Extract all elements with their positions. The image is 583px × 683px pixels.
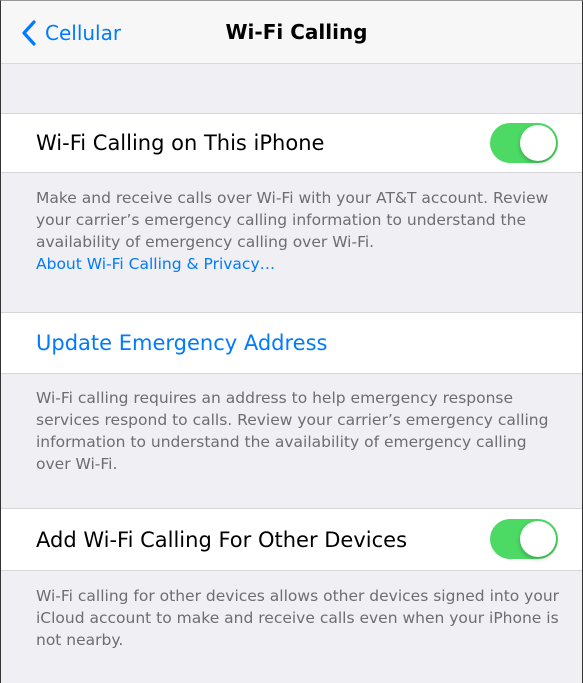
toggle-knob [520, 521, 556, 557]
other-devices-footer: Wi-Fi calling for other devices allows o… [36, 587, 560, 649]
wifi-calling-screen: Cellular Wi-Fi Calling Wi-Fi Calling on … [0, 0, 583, 683]
about-wifi-calling-privacy-link[interactable]: About Wi-Fi Calling & Privacy… [36, 255, 275, 273]
wifi-calling-toggle[interactable] [490, 123, 558, 163]
other-devices-toggle[interactable] [490, 519, 558, 559]
wifi-calling-footer: Make and receive calls over Wi-Fi with y… [36, 187, 562, 275]
update-emergency-address-link[interactable]: Update Emergency Address [36, 331, 327, 355]
wifi-calling-label: Wi-Fi Calling on This iPhone [36, 131, 325, 155]
toggle-knob [520, 125, 556, 161]
page-title: Wi-Fi Calling [225, 20, 368, 44]
navigation-bar: Cellular Wi-Fi Calling [1, 1, 582, 64]
wifi-calling-cell: Wi-Fi Calling on This iPhone [1, 113, 582, 173]
other-devices-label: Add Wi-Fi Calling For Other Devices [36, 528, 408, 552]
wifi-calling-footer-text: Make and receive calls over Wi-Fi with y… [36, 189, 549, 251]
emergency-footer: Wi-Fi calling requires an address to hel… [36, 389, 549, 473]
update-emergency-address-cell[interactable]: Update Emergency Address [1, 312, 582, 374]
other-devices-cell: Add Wi-Fi Calling For Other Devices [1, 508, 582, 571]
